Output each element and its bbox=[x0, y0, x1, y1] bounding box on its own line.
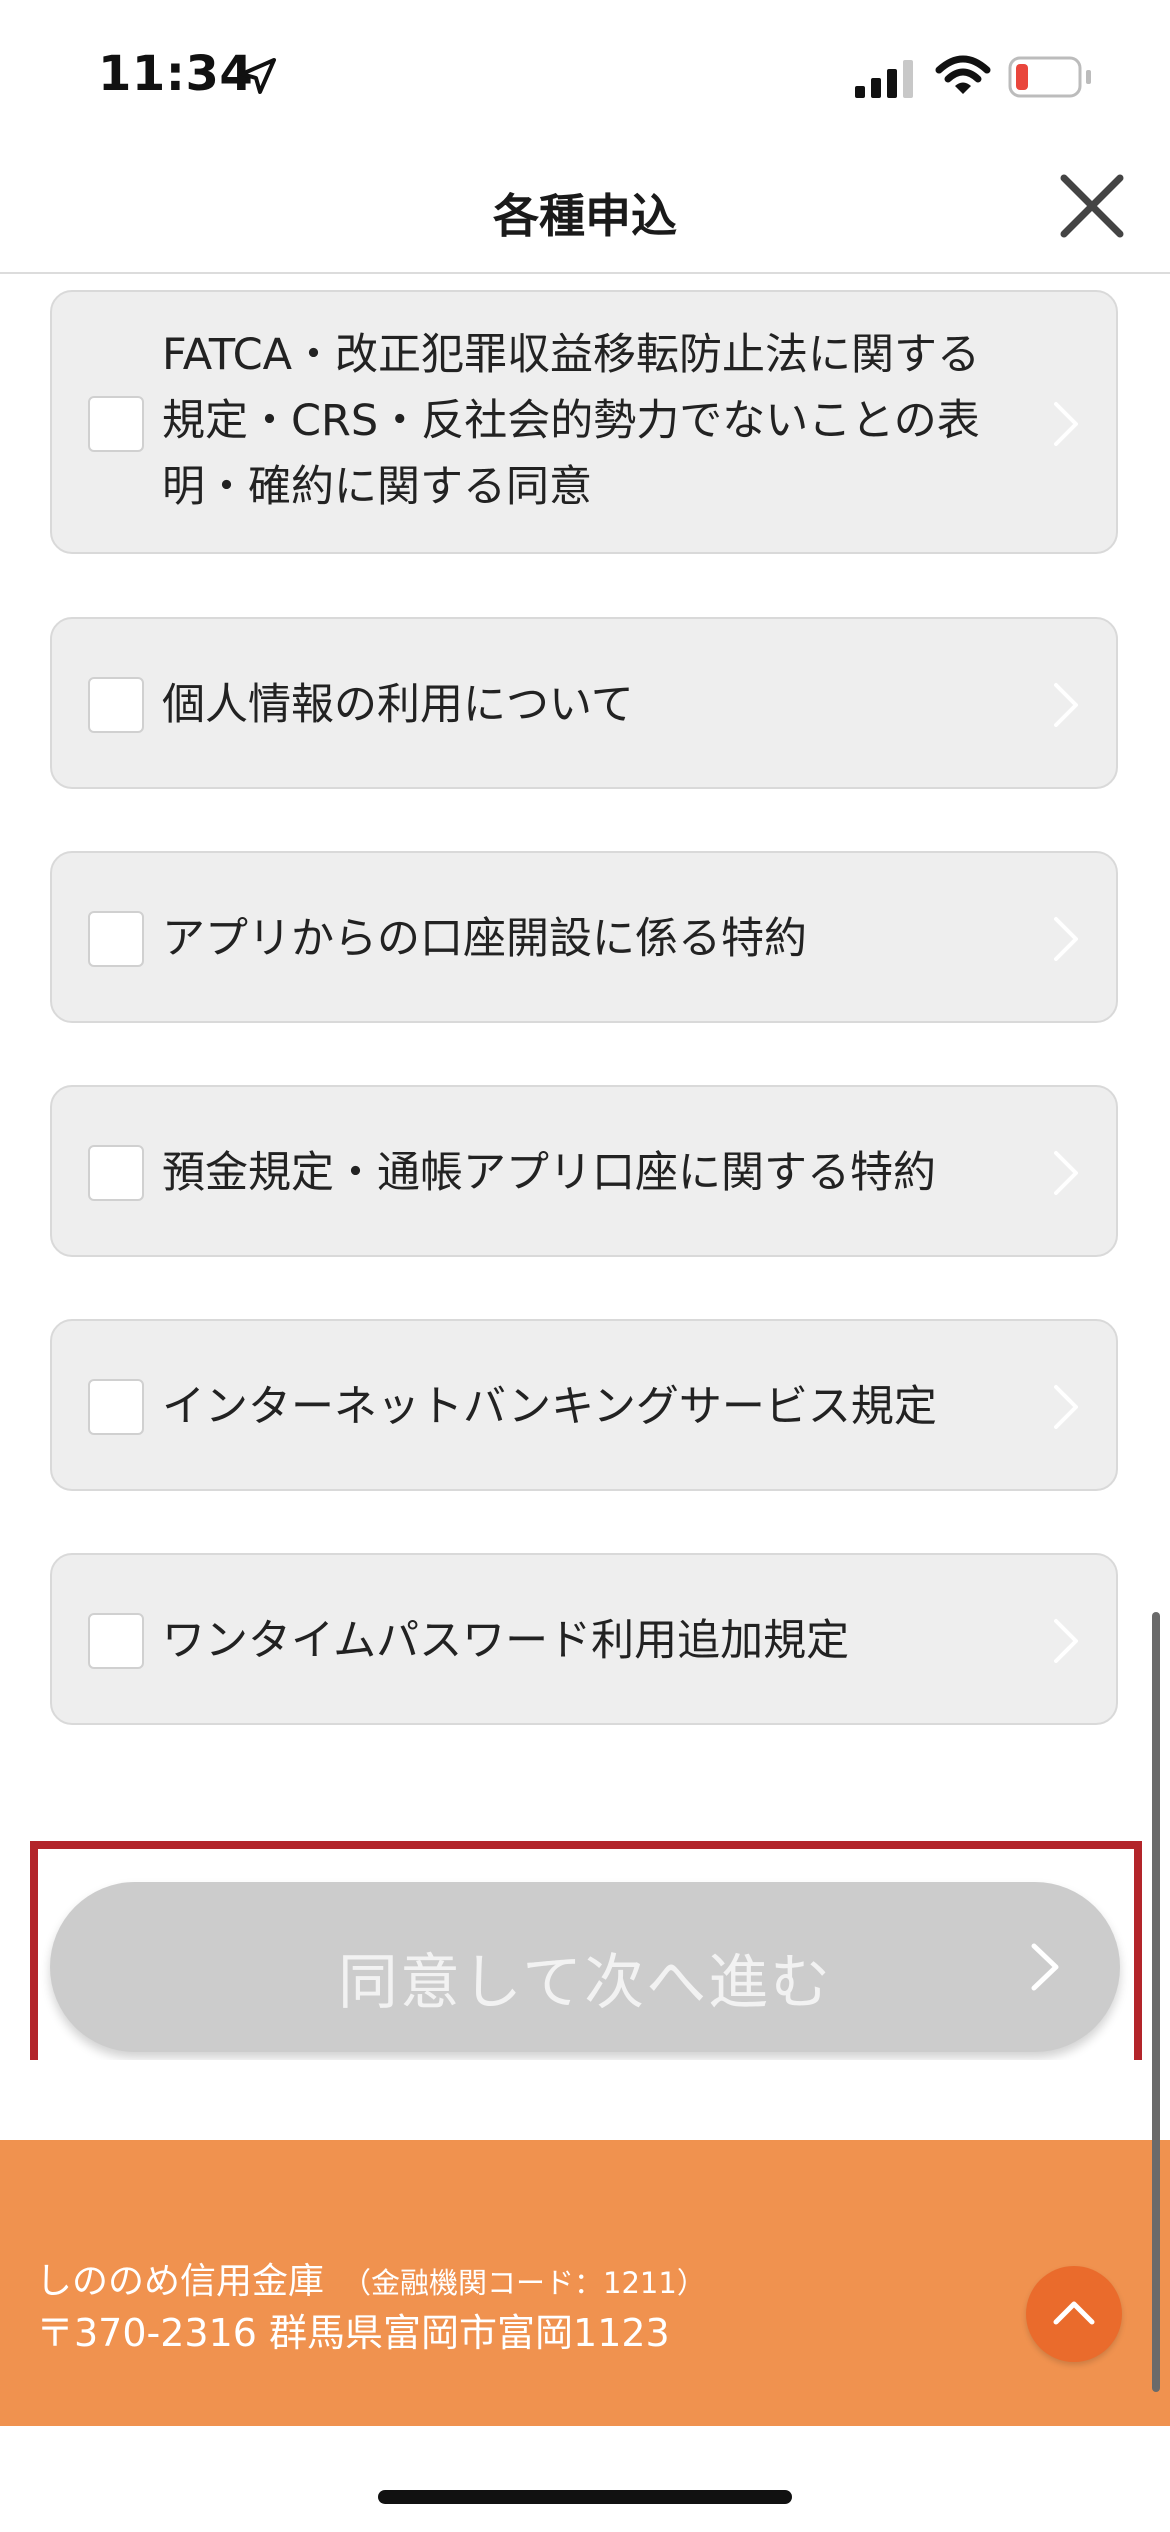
home-area bbox=[0, 2426, 1170, 2532]
scroll-to-top-button[interactable] bbox=[1026, 2266, 1122, 2362]
wifi-icon bbox=[935, 55, 991, 94]
agreement-checkbox[interactable] bbox=[88, 1145, 144, 1201]
chevron-right-icon bbox=[1054, 1385, 1078, 1429]
chevron-right-icon bbox=[1054, 402, 1078, 446]
agreement-item-one-time-password[interactable]: ワンタイムパスワード利用追加規定 bbox=[50, 1553, 1118, 1725]
agreement-item-deposit[interactable]: 預金規定・通帳アプリ口座に関する特約 bbox=[50, 1085, 1118, 1257]
agreement-checkbox[interactable] bbox=[88, 677, 144, 733]
home-indicator[interactable] bbox=[378, 2490, 792, 2504]
location-arrow-icon bbox=[240, 58, 276, 94]
page-header: 各種申込 bbox=[0, 140, 1170, 274]
chevron-right-icon bbox=[1031, 1943, 1059, 1991]
agree-and-next-label: 同意して次へ進む bbox=[337, 1948, 833, 2018]
battery-low-icon bbox=[1008, 56, 1091, 98]
agreement-checkbox[interactable] bbox=[88, 1613, 144, 1669]
agreement-item-privacy[interactable]: 個人情報の利用について bbox=[50, 617, 1118, 789]
chevron-right-icon bbox=[1054, 1151, 1078, 1195]
footer-info: しののめ信用金庫 （金融機関コード：1211） 〒370-2316 群馬県富岡市富… bbox=[36, 2258, 706, 2359]
chevron-right-icon bbox=[1054, 917, 1078, 961]
agreement-item-internet-banking[interactable]: インターネットバンキングサービス規定 bbox=[50, 1319, 1118, 1491]
status-bar: 11:34 bbox=[0, 0, 1170, 140]
agreement-item-fatca[interactable]: FATCA・改正犯罪収益移転防止法に関する規定・CRS・反社会的勢力でないことの… bbox=[50, 290, 1118, 554]
agreement-label: ワンタイムパスワード利用追加規定 bbox=[162, 1616, 850, 1666]
bank-address: 〒370-2316 群馬県富岡市富岡1123 bbox=[36, 2311, 670, 2355]
agreement-label: インターネットバンキングサービス規定 bbox=[162, 1382, 937, 1432]
chevron-right-icon bbox=[1054, 1619, 1078, 1663]
agreement-checkbox[interactable] bbox=[88, 396, 144, 452]
close-icon[interactable] bbox=[1056, 170, 1128, 242]
agreement-checkbox[interactable] bbox=[88, 911, 144, 967]
agreement-item-app-account[interactable]: アプリからの口座開設に係る特約 bbox=[50, 851, 1118, 1023]
institution-code: （金融機関コード：1211） bbox=[342, 2266, 706, 2300]
status-time: 11:34 bbox=[98, 46, 254, 102]
agreement-label: アプリからの口座開設に係る特約 bbox=[162, 914, 807, 964]
page-title: 各種申込 bbox=[493, 189, 677, 243]
agreement-label: 預金規定・通帳アプリ口座に関する特約 bbox=[162, 1148, 936, 1198]
agree-and-next-button[interactable]: 同意して次へ進む bbox=[50, 1882, 1120, 2052]
scrollbar[interactable] bbox=[1152, 1612, 1160, 2392]
agreement-label: FATCA・改正犯罪収益移転防止法に関する規定・CRS・反社会的勢力でないことの… bbox=[162, 330, 981, 512]
cellular-signal-icon bbox=[855, 60, 913, 98]
agreement-checkbox[interactable] bbox=[88, 1379, 144, 1435]
bank-name: しののめ信用金庫 bbox=[36, 2261, 325, 2302]
agreement-label: 個人情報の利用について bbox=[162, 680, 634, 730]
chevron-up-icon bbox=[1053, 2301, 1095, 2325]
chevron-right-icon bbox=[1054, 683, 1078, 727]
